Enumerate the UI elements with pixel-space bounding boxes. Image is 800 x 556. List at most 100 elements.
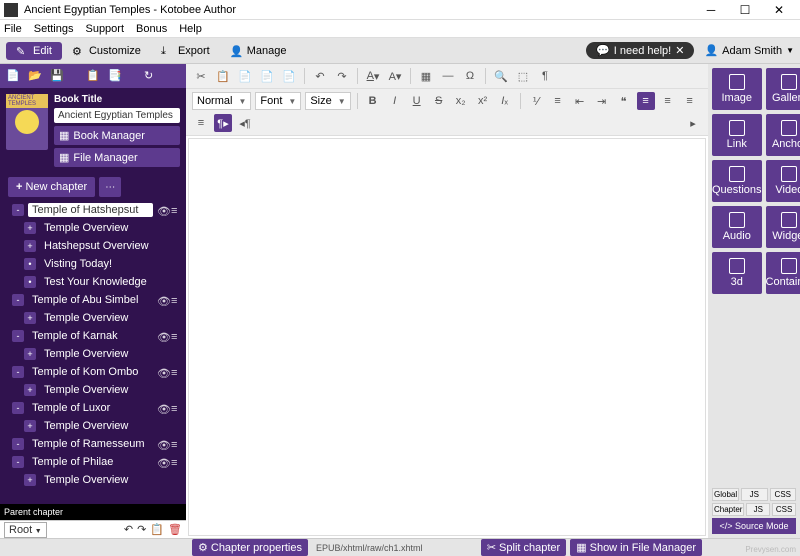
outdent-button[interactable]: ⇤ (571, 92, 589, 110)
show-filemanager-button[interactable]: ▦Show in File Manager (570, 539, 702, 556)
eye-icon[interactable]: 👁 (157, 295, 168, 306)
root-select[interactable]: Root ▼ (4, 522, 47, 538)
expand-icon[interactable]: • (24, 276, 36, 288)
expand-icon[interactable]: + (24, 420, 36, 432)
blockquote-button[interactable]: ❝ (615, 92, 633, 110)
file-check-icon[interactable]: 📋 (86, 69, 100, 83)
css-tab[interactable]: CSS (770, 488, 796, 501)
chapter-properties-button[interactable]: ⚙Chapter properties (192, 539, 308, 556)
menu-file[interactable]: File (4, 23, 22, 35)
tree-node[interactable]: -Temple of Ramesseum👁≡ (4, 435, 182, 453)
mode-edit-button[interactable]: ✎Edit (6, 42, 62, 60)
global-tab[interactable]: Global (712, 488, 739, 501)
paste-text-icon[interactable]: 📄 (258, 67, 276, 85)
bold-button[interactable]: B (364, 92, 382, 110)
tree-node[interactable]: -Temple of Hatshepsut👁≡ (4, 201, 182, 219)
expand-icon[interactable]: - (12, 366, 24, 378)
new-chapter-button[interactable]: +New chapter (8, 177, 95, 197)
table-icon[interactable]: ▦ (417, 67, 435, 85)
tree-node[interactable]: •Visting Today! (4, 255, 182, 273)
tree-node[interactable]: +Temple Overview (4, 309, 182, 327)
tree-node[interactable]: +Temple Overview (4, 417, 182, 435)
user-menu[interactable]: 👤Adam Smith▼ (704, 44, 794, 57)
tree-node[interactable]: +Temple Overview (4, 471, 182, 489)
selectall-icon[interactable]: ⬚ (514, 67, 532, 85)
tree-node[interactable]: -Temple of Luxor👁≡ (4, 399, 182, 417)
find-icon[interactable]: 🔍 (492, 67, 510, 85)
menu-settings[interactable]: Settings (34, 23, 74, 35)
new-file-icon[interactable]: 📄 (6, 69, 20, 83)
bgcolor-icon[interactable]: A▾ (386, 67, 404, 85)
new-chapter-menu[interactable]: ⋯ (99, 177, 121, 197)
tree-node[interactable]: +Temple Overview (4, 219, 182, 237)
copy-icon[interactable]: 📑 (108, 69, 122, 83)
book-title-input[interactable]: Ancient Egyptian Temples (54, 108, 180, 123)
font-select[interactable]: Font▼ (255, 92, 301, 110)
save-icon[interactable]: 💾 (50, 69, 64, 83)
strike-button[interactable]: S (430, 92, 448, 110)
insert-anchor-button[interactable]: Anchor (766, 114, 800, 156)
size-select[interactable]: Size▼ (305, 92, 350, 110)
copy-chapter-icon[interactable]: 📋 (150, 523, 164, 536)
insert-container-button[interactable]: Container (766, 252, 800, 294)
js-tab-2[interactable]: JS (746, 503, 770, 516)
bulletlist-button[interactable]: ≡ (549, 92, 567, 110)
mode-export-button[interactable]: ⤓Export (151, 42, 220, 60)
alignleft-button[interactable]: ≡ (637, 92, 655, 110)
eye-icon[interactable]: 👁 (157, 457, 168, 468)
close-button[interactable]: ✕ (762, 0, 796, 20)
cut-icon[interactable]: ✂ (192, 67, 210, 85)
ltr-button[interactable]: ¶▸ (214, 114, 232, 132)
redo-icon[interactable]: ↷ (137, 523, 146, 536)
insert-questions-button[interactable]: Questions (712, 160, 762, 202)
copy-icon[interactable]: 📋 (214, 67, 232, 85)
italic-button[interactable]: I (386, 92, 404, 110)
tree-node[interactable]: -Temple of Abu Simbel👁≡ (4, 291, 182, 309)
stack-icon[interactable]: ≡ (171, 331, 182, 342)
tree-node[interactable]: -Temple of Karnak👁≡ (4, 327, 182, 345)
eye-icon[interactable]: 👁 (157, 205, 168, 216)
underline-button[interactable]: U (408, 92, 426, 110)
removeformat-button[interactable]: Iₓ (496, 92, 514, 110)
tree-node[interactable]: +Temple Overview (4, 381, 182, 399)
help-button[interactable]: 💬I need help!✕ (586, 42, 694, 59)
tree-node[interactable]: +Hatshepsut Overview (4, 237, 182, 255)
chapter-tab[interactable]: Chapter (712, 503, 744, 516)
showblocks-icon[interactable]: ¶ (536, 67, 554, 85)
css-tab-2[interactable]: CSS (772, 503, 796, 516)
subscript-button[interactable]: x₂ (452, 92, 470, 110)
book-manager-button[interactable]: ▦Book Manager (54, 126, 180, 145)
specialchar-icon[interactable]: Ω (461, 67, 479, 85)
expand-icon[interactable]: - (12, 204, 24, 216)
mode-manage-button[interactable]: 👤Manage (220, 42, 297, 60)
maximize-button[interactable]: ☐ (728, 0, 762, 20)
superscript-button[interactable]: x² (474, 92, 492, 110)
close-icon[interactable]: ✕ (675, 44, 684, 57)
tree-node[interactable]: -Temple of Philae👁≡ (4, 453, 182, 471)
tree-node[interactable]: •Test Your Knowledge (4, 273, 182, 291)
textcolor-icon[interactable]: A▾ (364, 67, 382, 85)
insert-gallery-button[interactable]: Gallery (766, 68, 800, 110)
tree-node[interactable]: -Temple of Kom Ombo👁≡ (4, 363, 182, 381)
insert-audio-button[interactable]: Audio (712, 206, 762, 248)
stack-icon[interactable]: ≡ (171, 439, 182, 450)
split-chapter-button[interactable]: ✂Split chapter (481, 539, 566, 556)
book-cover[interactable]: ANCIENT TEMPLES (6, 94, 48, 150)
delete-chapter-icon[interactable]: 🗑 (168, 523, 182, 536)
minimize-button[interactable]: ─ (694, 0, 728, 20)
stack-icon[interactable]: ≡ (171, 367, 182, 378)
expand-icon[interactable]: + (24, 312, 36, 324)
aligncenter-button[interactable]: ≡ (659, 92, 677, 110)
insert-link-button[interactable]: Link (712, 114, 762, 156)
stack-icon[interactable]: ≡ (171, 295, 182, 306)
redo-icon[interactable]: ↷ (333, 67, 351, 85)
hr-icon[interactable]: — (439, 67, 457, 85)
expand-icon[interactable]: - (12, 330, 24, 342)
menu-help[interactable]: Help (179, 23, 202, 35)
expand-icon[interactable]: - (12, 294, 24, 306)
more-button[interactable]: ▸ (684, 114, 702, 132)
refresh-icon[interactable]: ↻ (144, 69, 158, 83)
insert-image-button[interactable]: Image (712, 68, 762, 110)
insert-widget-button[interactable]: Widget (766, 206, 800, 248)
menu-support[interactable]: Support (85, 23, 124, 35)
